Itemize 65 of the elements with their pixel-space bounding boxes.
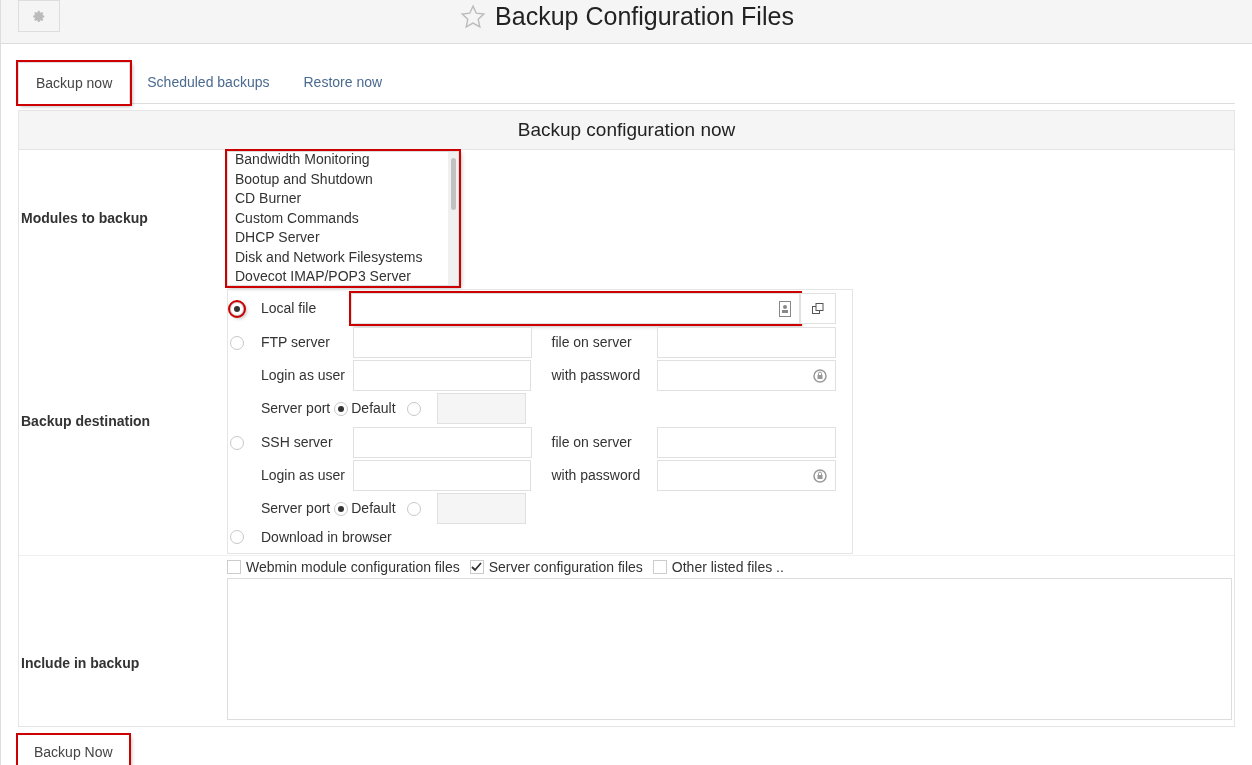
copy-button[interactable] (799, 293, 836, 324)
field-label: Backup destination (21, 412, 151, 431)
option-label: FTP server (261, 333, 331, 352)
checkbox[interactable] (652, 560, 667, 574)
input-field[interactable] (352, 460, 532, 491)
field-label: with password (551, 366, 642, 385)
field-label: with password (551, 466, 642, 485)
list-option[interactable]: CD Burner (235, 189, 448, 209)
settings-icon[interactable] (32, 9, 46, 23)
option-label: Download in browser (261, 527, 392, 547)
input-field[interactable] (657, 327, 836, 358)
file-chooser-icon[interactable] (778, 300, 791, 317)
tab[interactable]: Restore now (286, 62, 400, 103)
radio-button[interactable] (406, 401, 421, 416)
tab[interactable]: Backup now (18, 62, 131, 104)
settings-button[interactable] (18, 0, 60, 32)
input-field[interactable] (350, 293, 800, 324)
input-field[interactable] (436, 493, 526, 524)
scrollbar[interactable] (448, 152, 458, 285)
checkbox[interactable] (469, 560, 484, 574)
panel-header: Backup configuration now (19, 111, 1234, 150)
field-label: Include in backup (21, 653, 140, 673)
radio-button[interactable] (406, 501, 421, 516)
lock-refresh-icon[interactable] (813, 467, 827, 484)
field-label: Login as user (260, 466, 347, 485)
field-label: Login as user (260, 366, 347, 385)
list-option[interactable]: Bandwidth Monitoring (235, 152, 448, 170)
list-option[interactable]: Custom Commands (235, 208, 448, 228)
checkbox-label: Other listed files .. (671, 557, 784, 577)
page-title: Backup Configuration Files (495, 0, 794, 32)
list-option[interactable]: Bootup and Shutdown (235, 169, 448, 189)
field-label: file on server (551, 333, 633, 352)
option-label: SSH server (261, 433, 334, 452)
list-option[interactable]: Dovecot IMAP/POP3 Server (235, 267, 448, 285)
field-label: Server port (261, 499, 331, 518)
checkbox[interactable] (227, 560, 241, 574)
radio-button[interactable] (230, 530, 244, 544)
list-option[interactable]: Disk and Network Filesystems (235, 247, 448, 267)
field-label: Server port (261, 399, 331, 418)
field-label: Modules to backup (21, 208, 148, 228)
option-label: Local file (261, 299, 318, 318)
input-field[interactable] (352, 327, 532, 358)
star-icon[interactable] (459, 3, 488, 30)
list-option[interactable]: DHCP Server (235, 228, 448, 248)
module-list[interactable]: Bandwidth Monitoring Bootup and Shutdown CD Burner Custom Commands DHCP Server Disk and Network Filesystems Dovecot IMAP/POP3 Server (227, 151, 459, 286)
input-field[interactable] (657, 460, 836, 491)
option-label: Default (351, 399, 396, 418)
radio-button[interactable] (230, 435, 244, 450)
field-label: file on server (551, 433, 633, 452)
option-label: Default (351, 499, 396, 518)
checkbox-label: Webmin module configuration files (246, 557, 460, 577)
radio-button[interactable] (334, 501, 349, 516)
input-field[interactable] (436, 393, 526, 424)
input-field[interactable] (657, 360, 836, 391)
lock-refresh-icon[interactable] (813, 367, 827, 384)
checkbox-label: Server configuration files (488, 557, 643, 577)
radio-button[interactable] (334, 401, 349, 416)
tab[interactable]: Scheduled backups (130, 62, 287, 103)
copy-icon[interactable] (811, 302, 824, 315)
input-field[interactable] (657, 427, 836, 458)
radio-button[interactable] (230, 301, 244, 316)
backup-button[interactable]: Backup Now (18, 735, 129, 765)
input-field[interactable] (352, 360, 532, 391)
input-field[interactable] (352, 427, 532, 458)
radio-button[interactable] (230, 335, 244, 350)
